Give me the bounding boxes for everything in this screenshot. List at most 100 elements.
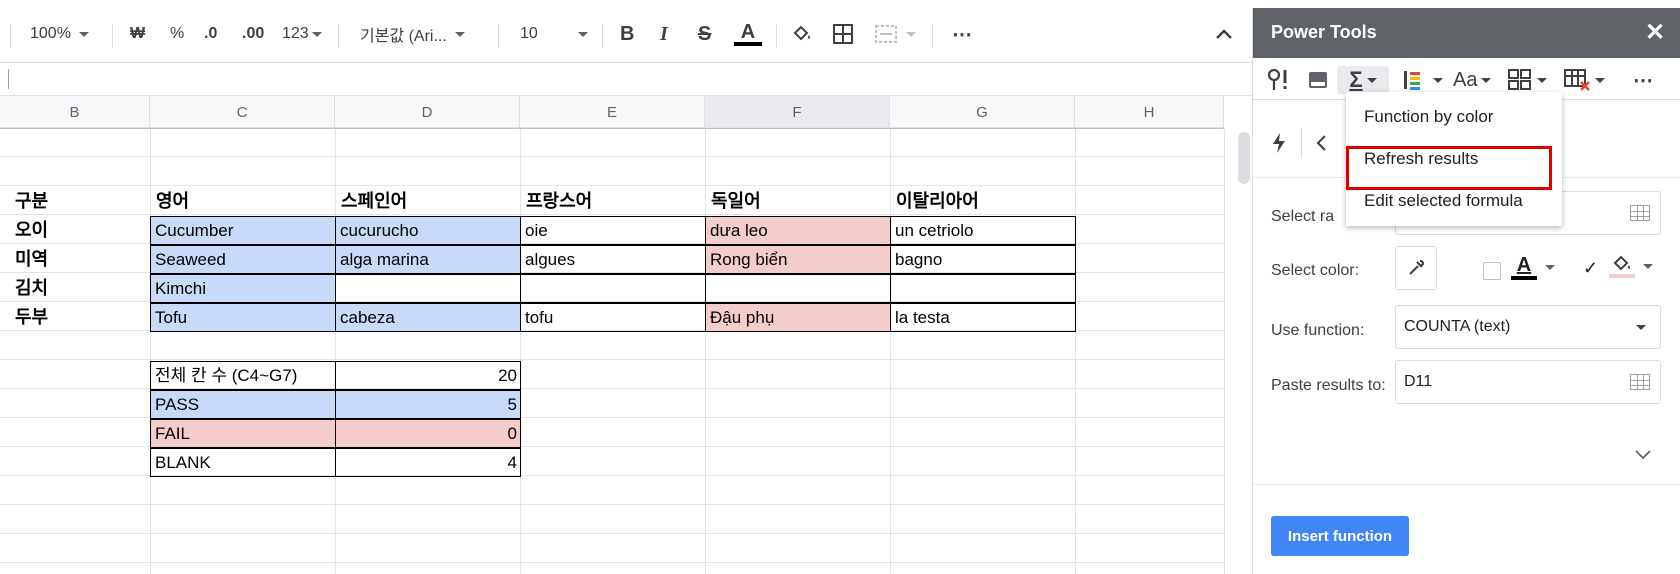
strikethrough-button[interactable]: S — [698, 8, 711, 60]
menu-item-refresh-results[interactable]: Refresh results — [1346, 139, 1562, 179]
fill-color-button[interactable] — [790, 8, 814, 60]
table-grid-icon[interactable] — [1630, 374, 1650, 390]
font-select[interactable]: 기본값 (Ari... — [360, 8, 465, 60]
use-function-select[interactable]: COUNTA (text) — [1395, 305, 1661, 349]
table-cell[interactable] — [520, 274, 706, 303]
table-cell[interactable]: Cucumber — [150, 216, 336, 245]
table-cell[interactable]: la testa — [890, 303, 1076, 332]
increase-decimal-button[interactable]: .00 — [242, 8, 264, 60]
bold-button[interactable]: B — [620, 8, 634, 60]
table-cell[interactable] — [705, 274, 891, 303]
italic-button[interactable]: I — [660, 8, 668, 60]
table-cell[interactable]: Rong biển — [705, 245, 891, 274]
sigma-button[interactable]: Σ — [1337, 66, 1389, 94]
font-color-button[interactable]: A — [1511, 254, 1555, 280]
table-header-cell[interactable]: 구분 — [10, 187, 150, 216]
table-cell[interactable]: tofu — [520, 303, 706, 332]
more-formats-button[interactable]: 123 — [282, 8, 322, 60]
insert-function-button[interactable]: Insert function — [1271, 516, 1409, 556]
line-spacing-button[interactable] — [1401, 66, 1443, 94]
summary-label-cell[interactable]: FAIL — [150, 419, 336, 448]
table-header-cell[interactable]: 이탈리아어 — [891, 187, 1075, 216]
summary-value-cell[interactable]: 5 — [335, 390, 521, 419]
fill-color-checkbox[interactable]: ✓ — [1583, 258, 1598, 279]
table-cell[interactable]: cucurucho — [335, 216, 521, 245]
formula-bar[interactable] — [0, 62, 1252, 96]
menu-item-function-by-color[interactable]: Function by color — [1346, 97, 1562, 137]
vertical-scrollbar[interactable] — [1224, 129, 1252, 574]
table-cell[interactable]: dưa leo — [705, 216, 891, 245]
percent-button[interactable]: % — [170, 8, 184, 60]
help-button[interactable] — [1265, 66, 1293, 94]
table-cell[interactable]: alga marina — [335, 245, 521, 274]
font-color-checkbox[interactable] — [1483, 262, 1501, 280]
collapse-toolbar-button[interactable] — [1214, 8, 1234, 60]
table-cell[interactable] — [335, 274, 521, 303]
text-color-button[interactable]: A — [734, 8, 762, 60]
close-icon[interactable]: ✕ — [1645, 18, 1665, 47]
table-header-cell[interactable]: 프랑스어 — [521, 187, 705, 216]
table-cell[interactable]: Seaweed — [150, 245, 336, 274]
merge-cells-button[interactable] — [874, 8, 916, 60]
column-header-f[interactable]: F — [705, 96, 890, 129]
table-cell[interactable]: un cetriolo — [890, 216, 1076, 245]
color-picker-button[interactable] — [1395, 246, 1437, 290]
delete-table-button[interactable] — [1563, 66, 1605, 94]
strikethrough-label: S — [698, 22, 712, 45]
paste-results-field[interactable]: D11 — [1395, 360, 1661, 404]
column-header-g[interactable]: G — [890, 96, 1075, 129]
layout-button[interactable] — [1507, 66, 1547, 94]
column-header-h[interactable]: H — [1075, 96, 1224, 129]
scrollbar-thumb[interactable] — [1238, 132, 1250, 184]
decrease-decimal-button[interactable]: .0 — [204, 8, 217, 60]
menu-item-edit-selected-formula[interactable]: Edit selected formula — [1346, 181, 1562, 221]
sigma-icon: Σ — [1349, 67, 1363, 92]
spreadsheet-grid[interactable]: B C D E F G H 구분 영어 스페인어 프랑스어 독일어 이탈리아어 … — [0, 96, 1252, 574]
table-cell[interactable]: Tofu — [150, 303, 336, 332]
sigma-dropdown-menu: Function by color Refresh results Edit s… — [1346, 92, 1562, 226]
column-header-e[interactable]: E — [520, 96, 705, 129]
lightning-icon[interactable] — [1271, 132, 1287, 154]
table-cell[interactable]: oie — [520, 216, 706, 245]
column-header-c[interactable]: C — [150, 96, 335, 129]
row-label-cell[interactable]: 두부 — [10, 303, 150, 332]
fill-color-swatch — [1609, 274, 1635, 278]
currency-button[interactable]: ₩ — [130, 8, 145, 60]
table-cell[interactable]: bagno — [890, 245, 1076, 274]
table-cell[interactable]: Kimchi — [150, 274, 336, 303]
summary-value-cell[interactable]: 4 — [335, 448, 521, 477]
table-header-cell[interactable]: 스페인어 — [336, 187, 520, 216]
borders-button[interactable] — [832, 8, 854, 60]
chevron-left-icon[interactable] — [1315, 134, 1327, 152]
grid-row-line — [0, 562, 1224, 563]
text-case-button[interactable]: Aa — [1453, 66, 1492, 94]
chevron-down-icon — [1636, 325, 1646, 330]
expand-chevron-icon[interactable] — [1633, 448, 1653, 460]
summary-value-cell[interactable]: 0 — [335, 419, 521, 448]
grid-row-line — [0, 533, 1224, 534]
font-color-swatch — [1511, 276, 1537, 280]
summary-label-cell[interactable]: 전체 칸 수 (C4~G7) — [150, 361, 336, 390]
eraser-button[interactable] — [1305, 66, 1331, 94]
more-button[interactable]: ⋯ — [952, 8, 972, 60]
table-cell[interactable]: Đậu phụ — [705, 303, 891, 332]
table-header-cell[interactable]: 독일어 — [706, 187, 890, 216]
column-header-d[interactable]: D — [335, 96, 520, 129]
table-cell[interactable]: algues — [520, 245, 706, 274]
font-size-select[interactable]: 10 — [520, 8, 588, 60]
summary-value-cell[interactable]: 20 — [335, 361, 521, 390]
summary-label-cell[interactable]: BLANK — [150, 448, 336, 477]
table-cell[interactable] — [890, 274, 1076, 303]
summary-label-cell[interactable]: PASS — [150, 390, 336, 419]
row-label-cell[interactable]: 오이 — [10, 216, 150, 245]
row-label-cell[interactable]: 김치 — [10, 274, 150, 303]
table-header-cell[interactable]: 영어 — [151, 187, 335, 216]
table-cell[interactable]: cabeza — [335, 303, 521, 332]
zoom-select[interactable]: 100% — [30, 8, 89, 60]
fill-color-button[interactable] — [1609, 254, 1653, 278]
table-grid-icon[interactable] — [1630, 205, 1650, 221]
row-label-cell[interactable]: 미역 — [10, 245, 150, 274]
more-tools-button[interactable]: ⋯ — [1633, 66, 1653, 94]
separator — [498, 24, 499, 48]
column-header-b[interactable]: B — [0, 96, 150, 129]
